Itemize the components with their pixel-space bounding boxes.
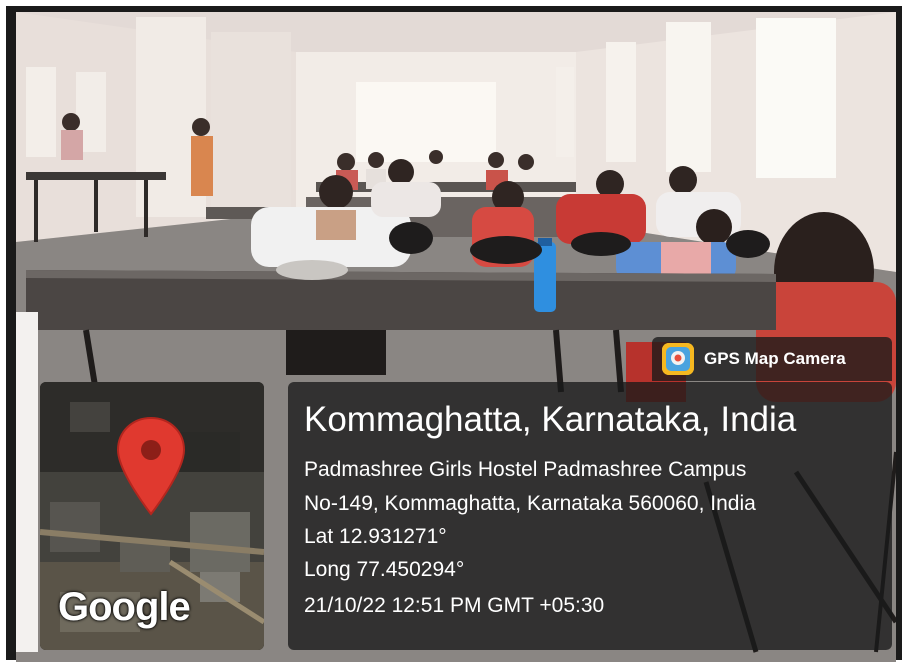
address-line-2: No-149, Kommaghatta, Karnataka 560060, I… (304, 492, 756, 515)
dining-hall-photo: Google GPS Map Camera Kommaghatta, Karna… (16, 12, 896, 662)
latitude-text: Lat 12.931271° (304, 525, 447, 548)
photo-frame: Google GPS Map Camera Kommaghatta, Karna… (6, 6, 902, 662)
map-pin-icon (116, 416, 186, 516)
gps-map-camera-icon (662, 343, 694, 375)
datetime-text: 21/10/22 12:51 PM GMT +05:30 (304, 594, 605, 617)
location-title: Kommaghatta, Karnataka, India (304, 400, 797, 439)
map-thumbnail: Google (40, 382, 264, 650)
longitude-text: Long 77.450294° (304, 558, 465, 581)
location-info-panel: Kommaghatta, Karnataka, India Padmashree… (288, 382, 892, 650)
app-badge: GPS Map Camera (652, 337, 892, 381)
address-line-1: Padmashree Girls Hostel Padmashree Campu… (304, 458, 747, 481)
app-badge-label: GPS Map Camera (704, 349, 846, 368)
google-logo: Google (58, 585, 191, 629)
